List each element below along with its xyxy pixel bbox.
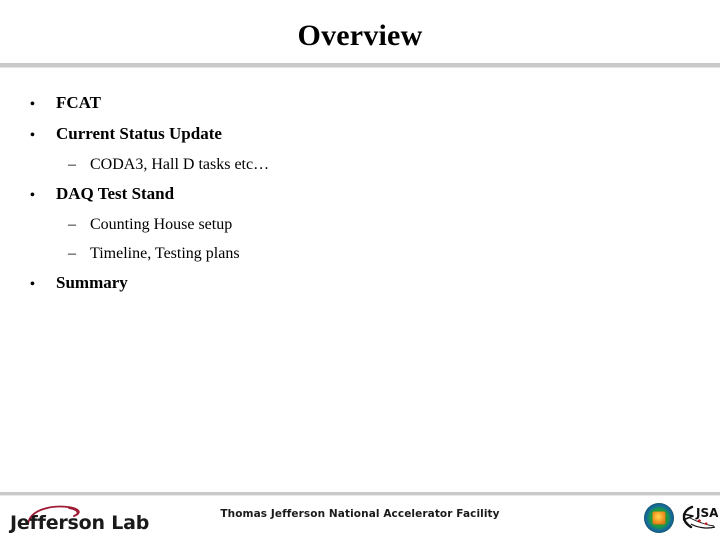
list-item: • Summary <box>0 268 600 299</box>
list-item-label: Current Status Update <box>56 124 222 143</box>
bullet-marker-icon: • <box>30 128 35 143</box>
page-title: Overview <box>297 19 423 52</box>
facility-name-label: Thomas Jefferson National Accelerator Fa… <box>220 508 500 520</box>
list-item-label: CODA3, Hall D tasks etc… <box>90 156 270 173</box>
dash-marker-icon: – <box>68 216 76 233</box>
title-divider <box>0 63 720 68</box>
list-item: • Current Status Update <box>0 119 600 150</box>
list-item-label: DAQ Test Stand <box>56 184 175 203</box>
list-item: • FCAT <box>0 88 600 119</box>
list-item: – Timeline, Testing plans <box>0 239 600 268</box>
list-item-label: Counting House setup <box>90 216 233 233</box>
list-item-label: FCAT <box>56 93 102 112</box>
list-item: – Counting House setup <box>0 210 600 239</box>
dash-marker-icon: – <box>68 156 76 173</box>
doe-seal-icon <box>644 503 674 533</box>
bullet-marker-icon: • <box>30 188 35 203</box>
list-item-label: Summary <box>56 273 128 292</box>
jsa-logo-icon: JSA <box>682 505 718 529</box>
dash-marker-icon: – <box>68 245 76 262</box>
list-item-label: Timeline, Testing plans <box>90 245 240 262</box>
bullet-marker-icon: • <box>30 277 35 292</box>
doe-seal-core <box>652 511 666 525</box>
list-item: – CODA3, Hall D tasks etc… <box>0 150 600 179</box>
bullet-marker-icon: • <box>30 97 35 112</box>
content-bullet-list: • FCAT • Current Status Update – CODA3, … <box>0 88 600 299</box>
jsa-wordmark: JSA <box>695 506 718 520</box>
slide-footer: Jefferson Lab Thomas Jefferson National … <box>0 496 720 540</box>
list-item: • DAQ Test Stand <box>0 179 600 210</box>
